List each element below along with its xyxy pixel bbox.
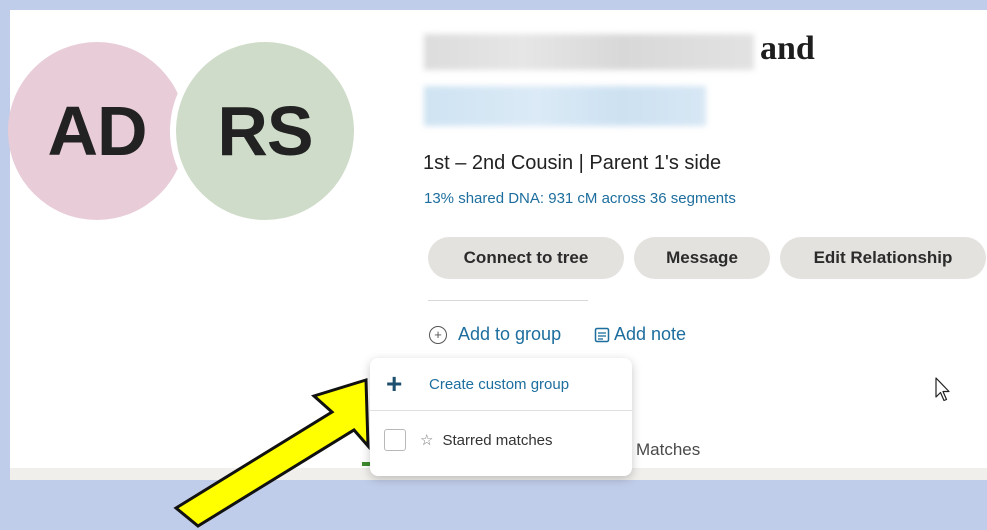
message-button[interactable]: Message bbox=[634, 237, 770, 279]
note-icon bbox=[594, 327, 610, 342]
tab-matches[interactable]: Matches bbox=[636, 440, 700, 460]
mouse-pointer-icon bbox=[935, 377, 950, 402]
add-circle-icon: + bbox=[429, 325, 447, 344]
add-note-link[interactable]: Add note bbox=[594, 324, 686, 345]
avatar-second-person: RS bbox=[176, 42, 354, 220]
shared-dna-link[interactable]: 13% shared DNA: 931 cM across 36 segment… bbox=[424, 190, 736, 207]
redacted-name-second[interactable] bbox=[424, 86, 706, 126]
starred-matches-item[interactable]: ☆ Starred matches bbox=[370, 411, 632, 469]
avatar-initials: RS bbox=[217, 92, 313, 170]
create-custom-group-item[interactable]: + Create custom group bbox=[370, 358, 632, 410]
name-connector: and bbox=[760, 30, 815, 67]
add-note-label: Add note bbox=[614, 324, 687, 344]
add-to-group-dropdown: + Create custom group ☆ Starred matches bbox=[370, 358, 632, 476]
avatar-first-person: AD bbox=[8, 42, 186, 220]
avatar-initials: AD bbox=[47, 92, 147, 170]
edit-relationship-button[interactable]: Edit Relationship bbox=[780, 237, 986, 279]
section-divider bbox=[428, 300, 588, 301]
add-to-group-link[interactable]: + Add to group bbox=[429, 324, 561, 345]
create-custom-group-label: Create custom group bbox=[429, 375, 570, 393]
highlight-arrow-icon bbox=[173, 377, 370, 528]
redacted-name-first bbox=[424, 34, 754, 70]
plus-icon: + bbox=[386, 368, 403, 399]
relationship-label: 1st – 2nd Cousin | Parent 1's side bbox=[423, 152, 722, 174]
starred-matches-label: Starred matches bbox=[442, 431, 553, 449]
connect-to-tree-button[interactable]: Connect to tree bbox=[428, 237, 624, 279]
add-to-group-label: Add to group bbox=[458, 324, 562, 344]
star-icon: ☆ bbox=[420, 432, 434, 449]
